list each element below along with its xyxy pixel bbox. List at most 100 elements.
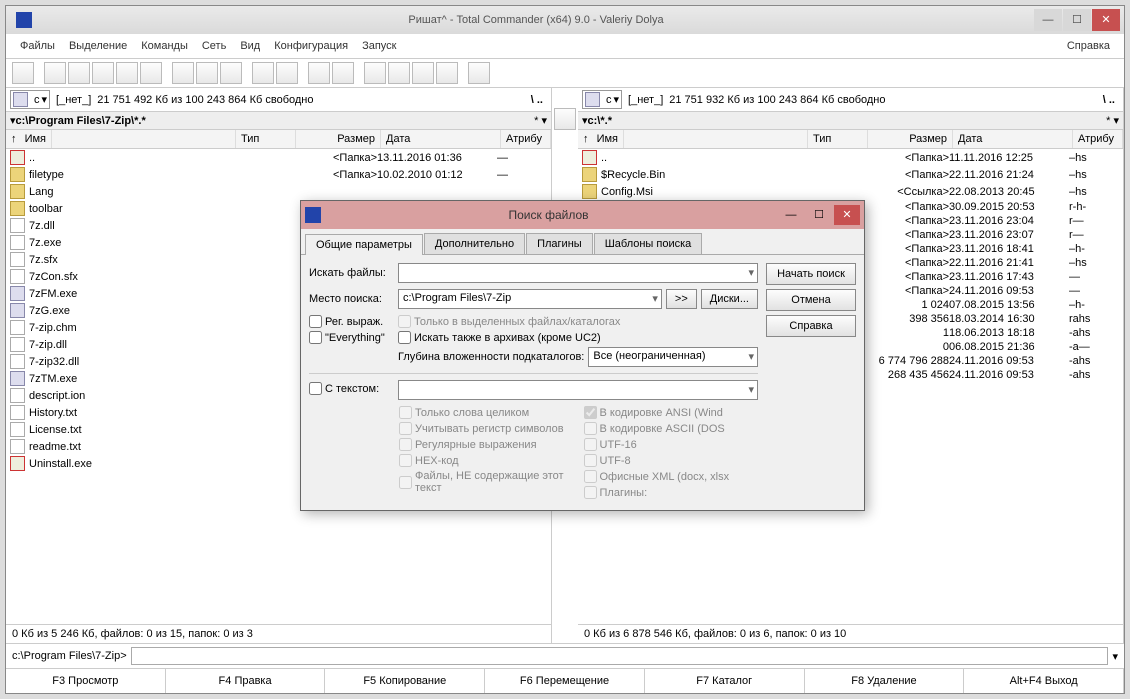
menu-commands[interactable]: Команды [135, 38, 194, 54]
back-icon[interactable] [196, 62, 218, 84]
forward-icon[interactable] [220, 62, 242, 84]
unpack-icon[interactable] [276, 62, 298, 84]
swap-icon[interactable] [140, 62, 162, 84]
search-in-combo[interactable]: c:\Program Files\7-Zip [398, 289, 662, 309]
fkey-button[interactable]: F7 Каталог [645, 669, 805, 693]
drives-button[interactable]: Диски... [701, 289, 758, 309]
menu-help[interactable]: Справка [1061, 38, 1116, 54]
path-nav-left[interactable]: \ .. [527, 94, 547, 106]
help-button[interactable]: Справка [766, 315, 856, 337]
text-option-checkbox [584, 486, 597, 499]
file-icon [10, 337, 25, 352]
file-row[interactable]: Config.Msi<Ссылка>22.08.2013 20:45–hs [578, 183, 1123, 200]
fkey-button[interactable]: Alt+F4 Выход [964, 669, 1124, 693]
free-space-right: 21 751 932 Кб из 100 243 864 Кб свободно [669, 94, 885, 106]
current-path-left[interactable]: c:\Program Files\7-Zip\*.* [16, 115, 535, 127]
fkey-button[interactable]: F5 Копирование [325, 669, 485, 693]
text-option-checkbox [584, 422, 597, 435]
file-icon [582, 167, 597, 182]
menu-view[interactable]: Вид [234, 38, 266, 54]
tab-templates[interactable]: Шаблоны поиска [594, 233, 703, 254]
drive-combo-left[interactable]: c▾ [10, 90, 50, 109]
with-text-combo[interactable] [398, 380, 758, 400]
goto-button[interactable]: >> [666, 289, 697, 309]
brief-view-icon[interactable] [44, 62, 66, 84]
url-icon[interactable] [332, 62, 354, 84]
drive-label-right: [_нет_] [628, 94, 663, 106]
text-option-checkbox [584, 438, 597, 451]
fkey-button[interactable]: F4 Правка [166, 669, 326, 693]
file-icon [10, 422, 25, 437]
current-path-right[interactable]: c:\*.* [588, 115, 1107, 127]
file-row[interactable]: ..<Папка>13.11.2016 01:36— [6, 149, 551, 166]
toolbar [6, 59, 1124, 88]
tab-general[interactable]: Общие параметры [305, 234, 423, 255]
dialog-close-button[interactable]: ✕ [834, 205, 860, 225]
fkey-button[interactable]: F3 Просмотр [6, 669, 166, 693]
menu-config[interactable]: Конфигурация [268, 38, 354, 54]
regex-checkbox[interactable] [309, 315, 322, 328]
menu-files[interactable]: Файлы [14, 38, 61, 54]
text-option-checkbox [399, 422, 412, 435]
pack-icon[interactable] [252, 62, 274, 84]
minimize-button[interactable]: — [1034, 9, 1062, 31]
cmdline-input[interactable] [131, 647, 1109, 665]
text-option-checkbox [584, 406, 597, 419]
full-view-icon[interactable] [68, 62, 90, 84]
file-row[interactable]: $Recycle.Bin<Папка>22.11.2016 21:24–hs [578, 166, 1123, 183]
file-row[interactable]: Lang [6, 183, 551, 200]
text-option-checkbox [399, 476, 412, 489]
fkey-button[interactable]: F6 Перемещение [485, 669, 645, 693]
everything-checkbox[interactable] [309, 331, 322, 344]
cancel-button[interactable]: Отмена [766, 289, 856, 311]
column-header-right[interactable]: ↑ Имя Тип Размер Дата Атрибу [578, 130, 1123, 149]
archives-checkbox[interactable] [398, 331, 411, 344]
tree-view-icon[interactable] [116, 62, 138, 84]
path-nav-right[interactable]: \ .. [1099, 94, 1119, 106]
dialog-minimize-button[interactable]: — [778, 205, 804, 225]
thumb-view-icon[interactable] [92, 62, 114, 84]
drive-combo-right[interactable]: c▾ [582, 90, 622, 109]
depth-label: Глубина вложенности подкаталогов: [398, 351, 584, 363]
invert-icon[interactable] [172, 62, 194, 84]
file-icon [10, 303, 25, 318]
menu-selection[interactable]: Выделение [63, 38, 133, 54]
file-icon [10, 320, 25, 335]
file-icon [582, 184, 597, 199]
search-icon[interactable] [364, 62, 386, 84]
fkey-button[interactable]: F8 Удаление [805, 669, 965, 693]
start-search-button[interactable]: Начать поиск [766, 263, 856, 285]
notepad-icon[interactable] [468, 62, 490, 84]
copy-names-icon[interactable] [436, 62, 458, 84]
multirename-icon[interactable] [388, 62, 410, 84]
close-button[interactable]: ✕ [1092, 9, 1120, 31]
dialog-maximize-button[interactable]: ☐ [806, 205, 832, 225]
dialog-title: Поиск файлов [321, 208, 776, 222]
dialog-icon [305, 207, 321, 223]
file-row[interactable]: filetype<Папка>10.02.2010 01:12— [6, 166, 551, 183]
refresh-icon[interactable] [12, 62, 34, 84]
tab-plugins[interactable]: Плагины [526, 233, 593, 254]
status-left: 0 Кб из 5 246 Кб, файлов: 0 из 15, папок… [6, 624, 551, 643]
depth-combo[interactable]: Все (неограниченная) [588, 347, 758, 367]
file-icon [582, 150, 597, 165]
file-icon [10, 150, 25, 165]
file-icon [10, 269, 25, 284]
file-icon [10, 405, 25, 420]
compare-icon[interactable] [554, 108, 576, 130]
ftp-icon[interactable] [308, 62, 330, 84]
search-for-combo[interactable] [398, 263, 758, 283]
file-row[interactable]: ..<Папка>11.11.2016 12:25–hs [578, 149, 1123, 166]
menu-net[interactable]: Сеть [196, 38, 232, 54]
drive-icon [585, 92, 600, 107]
file-icon [10, 252, 25, 267]
sync-icon[interactable] [412, 62, 434, 84]
column-header-left[interactable]: ↑ Имя Тип Размер Дата Атрибу [6, 130, 551, 149]
file-icon [10, 167, 25, 182]
menu-start[interactable]: Запуск [356, 38, 402, 54]
maximize-button[interactable]: ☐ [1063, 9, 1091, 31]
cmdline-prompt: c:\Program Files\7-Zip> [12, 650, 127, 662]
with-text-checkbox[interactable] [309, 382, 322, 395]
text-option-checkbox [584, 470, 597, 483]
tab-advanced[interactable]: Дополнительно [424, 233, 525, 254]
